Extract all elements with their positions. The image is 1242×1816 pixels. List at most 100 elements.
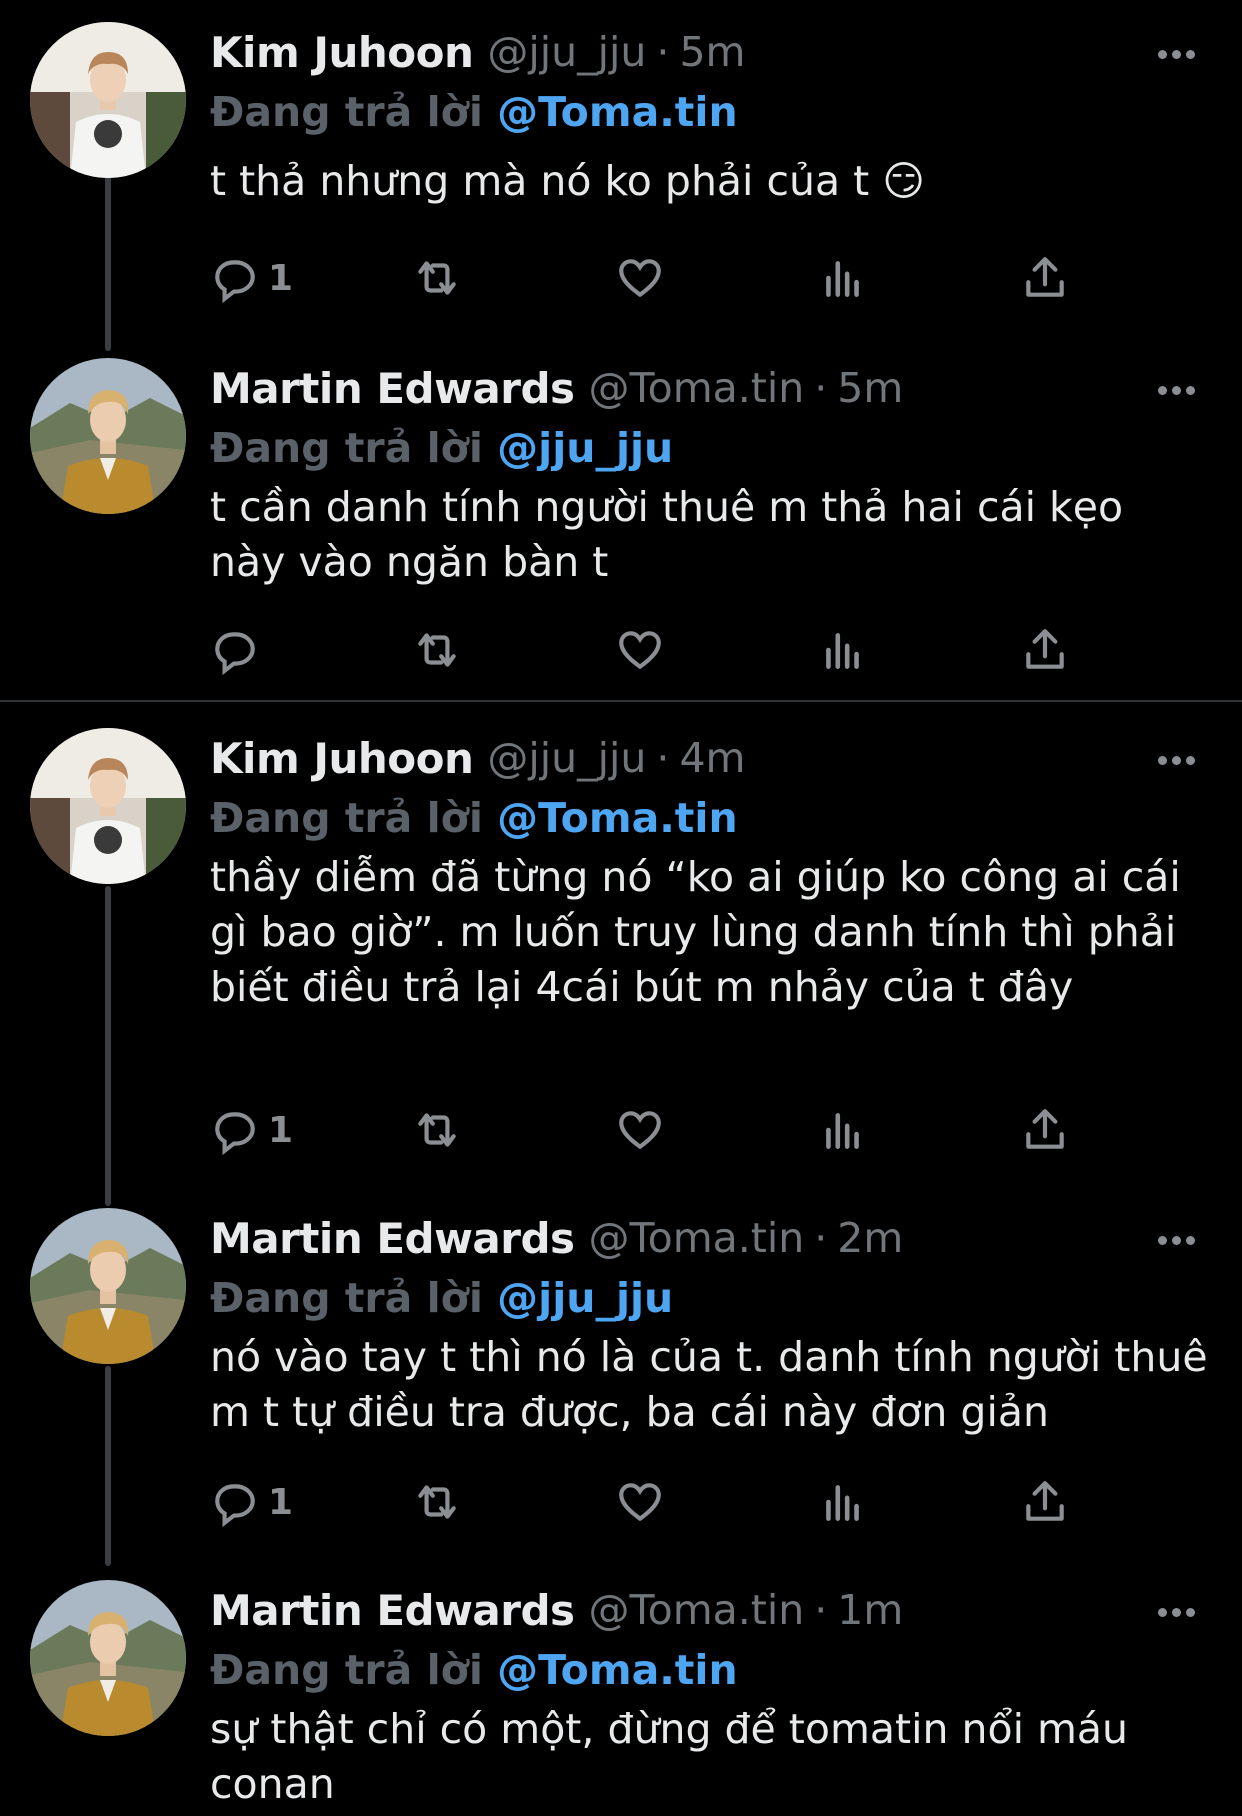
author-handle[interactable]: @jju_jju xyxy=(487,734,646,782)
replying-to: Đang trả lời @jju_jju xyxy=(210,1274,673,1322)
mention-link[interactable]: @jju_jju xyxy=(497,1274,673,1322)
reply-count: 1 xyxy=(268,1109,294,1151)
thread-line xyxy=(105,1366,111,1566)
action-bar xyxy=(210,620,1110,680)
mention-link[interactable]: @Toma.tin xyxy=(497,1646,738,1694)
reply-button[interactable]: 1 xyxy=(210,1472,293,1532)
retweet-icon xyxy=(418,1113,456,1147)
timestamp[interactable]: 2m xyxy=(837,1214,903,1262)
author-name[interactable]: Martin Edwards xyxy=(210,1214,575,1263)
tweet-text: thầy diễm đã từng nó “ko ai giúp ko công… xyxy=(210,853,1181,1011)
avatar[interactable] xyxy=(30,22,186,178)
replying-prefix: Đang trả lời xyxy=(210,1646,483,1694)
avatar-image-martin-edwards xyxy=(30,1208,186,1364)
analytics-icon xyxy=(826,1485,859,1521)
more-icon[interactable] xyxy=(1158,50,1195,59)
author-name[interactable]: Martin Edwards xyxy=(210,364,575,413)
tweet-header: Kim Juhoon @jju_jju · 5m xyxy=(210,22,746,82)
retweet-button[interactable] xyxy=(412,620,462,680)
reply-button[interactable]: 1 xyxy=(210,248,293,308)
retweet-icon xyxy=(418,633,456,667)
avatar[interactable] xyxy=(30,1580,186,1736)
replying-prefix: Đang trả lời xyxy=(210,424,483,472)
tweet-header: Martin Edwards @Toma.tin · 1m xyxy=(210,1580,903,1640)
share-icon xyxy=(1026,1481,1064,1521)
timestamp[interactable]: 5m xyxy=(679,28,745,76)
action-bar: 1 xyxy=(210,1100,1110,1160)
retweet-button[interactable] xyxy=(412,248,462,308)
analytics-icon xyxy=(826,633,859,669)
tweet-text: nó vào tay t thì nó là của t. danh tính … xyxy=(210,1333,1208,1436)
like-icon xyxy=(619,1111,661,1150)
timestamp[interactable]: 4m xyxy=(679,734,745,782)
more-icon[interactable] xyxy=(1158,756,1195,765)
avatar[interactable] xyxy=(30,728,186,884)
like-button[interactable] xyxy=(615,1472,665,1532)
share-icon xyxy=(1026,1109,1064,1149)
avatar-image-martin-edwards xyxy=(30,358,186,514)
author-handle[interactable]: @Toma.tin xyxy=(589,364,805,412)
avatar[interactable] xyxy=(30,358,186,514)
author-name[interactable]: Martin Edwards xyxy=(210,1586,575,1635)
retweet-button[interactable] xyxy=(412,1100,462,1160)
replying-prefix: Đang trả lời xyxy=(210,88,483,136)
separator-dot: · xyxy=(814,364,828,412)
avatar-image-kim-juhoon xyxy=(30,22,186,178)
timestamp[interactable]: 5m xyxy=(837,364,903,412)
retweet-icon xyxy=(418,261,456,295)
reply-button[interactable] xyxy=(210,620,268,680)
replying-to: Đang trả lời @Toma.tin xyxy=(210,88,738,136)
mention-link[interactable]: @jju_jju xyxy=(497,424,673,472)
author-name[interactable]: Kim Juhoon xyxy=(210,734,474,783)
retweet-icon xyxy=(418,1485,456,1519)
reply-count: 1 xyxy=(268,257,294,299)
like-icon xyxy=(619,259,661,298)
analytics-button[interactable] xyxy=(818,1472,868,1532)
like-icon xyxy=(619,1483,661,1522)
reply-icon xyxy=(215,1112,255,1155)
share-icon xyxy=(1026,629,1064,669)
analytics-button[interactable] xyxy=(818,1100,868,1160)
tweet-text: t thả nhưng mà nó ko phải của t 😏 xyxy=(210,157,926,205)
more-icon[interactable] xyxy=(1158,1236,1195,1245)
separator-dot: · xyxy=(814,1214,828,1262)
tweet-header: Martin Edwards @Toma.tin · 5m xyxy=(210,358,903,418)
separator-dot: · xyxy=(814,1586,828,1634)
share-icon xyxy=(1026,257,1064,297)
reply-count: 1 xyxy=(268,1481,294,1523)
share-button[interactable] xyxy=(1020,1100,1070,1160)
author-handle[interactable]: @jju_jju xyxy=(487,28,646,76)
tweet-text: t cần danh tính người thuê m thả hai cái… xyxy=(210,483,1124,586)
replying-to: Đang trả lời @jju_jju xyxy=(210,424,673,472)
like-button[interactable] xyxy=(615,248,665,308)
like-button[interactable] xyxy=(615,620,665,680)
thread-line xyxy=(105,886,111,1206)
replying-to: Đang trả lời @Toma.tin xyxy=(210,794,738,842)
separator-dot: · xyxy=(656,734,670,782)
timestamp[interactable]: 1m xyxy=(837,1586,903,1634)
like-button[interactable] xyxy=(615,1100,665,1160)
author-name[interactable]: Kim Juhoon xyxy=(210,28,474,77)
author-handle[interactable]: @Toma.tin xyxy=(589,1214,805,1262)
avatar-image-kim-juhoon xyxy=(30,728,186,884)
analytics-button[interactable] xyxy=(818,620,868,680)
author-handle[interactable]: @Toma.tin xyxy=(589,1586,805,1634)
divider xyxy=(0,700,1242,702)
reply-icon xyxy=(215,1484,255,1527)
share-button[interactable] xyxy=(1020,1472,1070,1532)
more-icon[interactable] xyxy=(1158,1608,1195,1617)
action-bar: 1 xyxy=(210,248,1110,308)
separator-dot: · xyxy=(656,28,670,76)
reply-button[interactable]: 1 xyxy=(210,1100,293,1160)
avatar[interactable] xyxy=(30,1208,186,1364)
share-button[interactable] xyxy=(1020,620,1070,680)
thread-line xyxy=(105,176,111,351)
analytics-button[interactable] xyxy=(818,248,868,308)
share-button[interactable] xyxy=(1020,248,1070,308)
action-bar: 1 xyxy=(210,1472,1110,1532)
retweet-button[interactable] xyxy=(412,1472,462,1532)
mention-link[interactable]: @Toma.tin xyxy=(497,88,738,136)
like-icon xyxy=(619,631,661,670)
mention-link[interactable]: @Toma.tin xyxy=(497,794,738,842)
more-icon[interactable] xyxy=(1158,386,1195,395)
